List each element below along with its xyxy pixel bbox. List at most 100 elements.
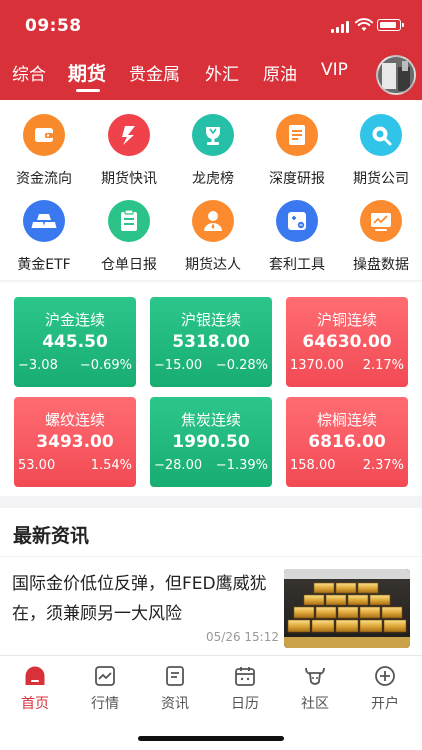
grid-item-deep-research[interactable]: 深度研报 <box>255 100 339 187</box>
flash-icon <box>108 114 150 156</box>
quote-price: 3493.00 <box>36 432 114 452</box>
quote-change-percent: 2.17% <box>362 358 404 373</box>
quote-name: 螺纹连续 <box>44 411 105 429</box>
quote-change: 1370.00 <box>290 358 344 373</box>
news-section-header: 最新资讯 <box>0 508 422 556</box>
category-tabs: 综合 期货 贵金属 外汇 原油 VIP <box>0 60 370 94</box>
grid-item-label: 黄金ETF <box>17 257 71 273</box>
nav-label: 资讯 <box>161 696 189 712</box>
quote-change: −3.08 <box>18 358 58 373</box>
header: 09:58 综合 期货 贵金属 外汇 原油 VIP <box>0 0 422 100</box>
nav-label: 开户 <box>371 696 399 712</box>
search-company-icon <box>360 114 402 156</box>
tab-crude-oil[interactable]: 原油 <box>263 60 297 85</box>
grid-item-label: 资金流向 <box>16 171 72 187</box>
news-thumbnail-gold-bars <box>284 569 410 648</box>
grid-item-futures-expert[interactable]: 期货达人 <box>171 186 255 273</box>
grid-item-label: 期货公司 <box>353 171 409 187</box>
wallet-icon <box>23 114 65 156</box>
grid-item-label: 套利工具 <box>269 257 325 273</box>
quote-name: 沪金连续 <box>44 311 105 329</box>
nav-community[interactable]: 社区 <box>280 656 350 716</box>
quote-change-percent: −0.28% <box>215 358 268 373</box>
gold-bars-icon <box>23 200 65 242</box>
signal-icon <box>331 21 351 33</box>
quote-cards: 沪金连续 445.50 −3.08 −0.69% 沪银连续 5318.00 −1… <box>0 282 422 496</box>
nav-calendar[interactable]: 日历 <box>210 656 280 716</box>
quote-card-shanghai-silver[interactable]: 沪银连续 5318.00 −15.00 −0.28% <box>150 297 272 387</box>
quote-change: −28.00 <box>154 458 203 473</box>
home-icon <box>25 666 45 685</box>
nav-open-account[interactable]: 开户 <box>350 656 420 716</box>
status-time: 09:58 <box>25 16 82 36</box>
quote-change: 53.00 <box>18 458 56 473</box>
nav-label: 社区 <box>301 696 329 712</box>
status-bar: 09:58 <box>0 0 422 52</box>
quote-change-percent: 2.37% <box>362 458 404 473</box>
battery-icon <box>377 19 404 31</box>
calendar-icon <box>235 667 255 686</box>
quote-name: 沪铜连续 <box>316 311 377 329</box>
grid-item-label: 深度研报 <box>269 171 325 187</box>
quote-price: 6816.00 <box>308 432 386 452</box>
nav-label: 首页 <box>21 696 49 712</box>
quote-price: 445.50 <box>42 332 108 352</box>
feature-grid: 资金流向 期货快讯 龙虎榜 深度研报 期货公司 黄金ETF 仓单日报 期货达人 … <box>0 100 422 280</box>
nav-label: 行情 <box>91 696 119 712</box>
grid-item-label: 期货快讯 <box>101 171 157 187</box>
quote-price: 64630.00 <box>302 332 392 352</box>
nav-market[interactable]: 行情 <box>70 656 140 716</box>
arbitrage-tool-icon <box>276 200 318 242</box>
clipboard-icon <box>108 200 150 242</box>
quote-name: 沪银连续 <box>180 311 241 329</box>
quote-change: −15.00 <box>154 358 203 373</box>
expert-icon <box>192 200 234 242</box>
market-chart-icon <box>95 666 115 686</box>
tab-precious-metals[interactable]: 贵金属 <box>129 60 180 85</box>
quote-change: 158.00 <box>290 458 336 473</box>
nav-home[interactable]: 首页 <box>0 656 70 716</box>
news-icon <box>166 666 184 686</box>
news-time: 05/26 15:12 <box>206 630 279 644</box>
report-icon <box>276 114 318 156</box>
quote-change-percent: 1.54% <box>90 458 132 473</box>
grid-item-warehouse-daily[interactable]: 仓单日报 <box>87 186 171 273</box>
quote-price: 1990.50 <box>172 432 250 452</box>
grid-item-label: 仓单日报 <box>101 257 157 273</box>
community-icon <box>305 667 325 685</box>
grid-item-futures-flash[interactable]: 期货快讯 <box>87 100 171 187</box>
trophy-icon <box>192 114 234 156</box>
news-item[interactable]: 国际金价低位反弹，但FED鹰威犹在，须兼顾另一大风险 05/26 15:12 <box>0 557 422 655</box>
wifi-icon <box>355 18 373 31</box>
quote-card-shanghai-copper[interactable]: 沪铜连续 64630.00 1370.00 2.17% <box>286 297 408 387</box>
grid-item-futures-company[interactable]: 期货公司 <box>339 100 422 187</box>
tab-futures[interactable]: 期货 <box>68 59 106 86</box>
tab-vip[interactable]: VIP <box>321 60 348 80</box>
grid-item-label: 操盘数据 <box>353 257 409 273</box>
quote-name: 焦炭连续 <box>180 411 241 429</box>
active-tab-indicator <box>76 89 100 92</box>
grid-item-fund-flow[interactable]: 资金流向 <box>2 100 86 187</box>
quote-card-shanghai-gold[interactable]: 沪金连续 445.50 −3.08 −0.69% <box>14 297 136 387</box>
avatar-photo <box>378 57 414 93</box>
news-section-title: 最新资讯 <box>13 525 90 547</box>
quote-card-palm-oil[interactable]: 棕榈连续 6816.00 158.00 2.37% <box>286 397 408 487</box>
grid-item-gold-etf[interactable]: 黄金ETF <box>2 186 86 273</box>
quote-card-rebar[interactable]: 螺纹连续 3493.00 53.00 1.54% <box>14 397 136 487</box>
trade-chart-icon <box>360 200 402 242</box>
avatar[interactable] <box>376 55 416 95</box>
news-title: 国际金价低位反弹，但FED鹰威犹在，须兼顾另一大风险 <box>12 574 267 624</box>
quote-change-percent: −1.39% <box>215 458 268 473</box>
grid-item-label: 期货达人 <box>185 257 241 273</box>
tab-forex[interactable]: 外汇 <box>205 60 239 85</box>
nav-news[interactable]: 资讯 <box>140 656 210 716</box>
nav-label: 日历 <box>231 696 259 712</box>
quote-name: 棕榈连续 <box>316 411 377 429</box>
grid-item-dragon-tiger[interactable]: 龙虎榜 <box>171 100 255 187</box>
quote-card-coke[interactable]: 焦炭连续 1990.50 −28.00 −1.39% <box>150 397 272 487</box>
app-screen: 09:58 综合 期货 贵金属 外汇 原油 VIP 资金流向 期货快讯 龙虎榜 … <box>0 0 422 750</box>
grid-item-arbitrage-tool[interactable]: 套利工具 <box>255 186 339 273</box>
tab-zonghe[interactable]: 综合 <box>12 60 46 85</box>
home-indicator <box>138 736 284 741</box>
grid-item-trading-data[interactable]: 操盘数据 <box>339 186 422 273</box>
